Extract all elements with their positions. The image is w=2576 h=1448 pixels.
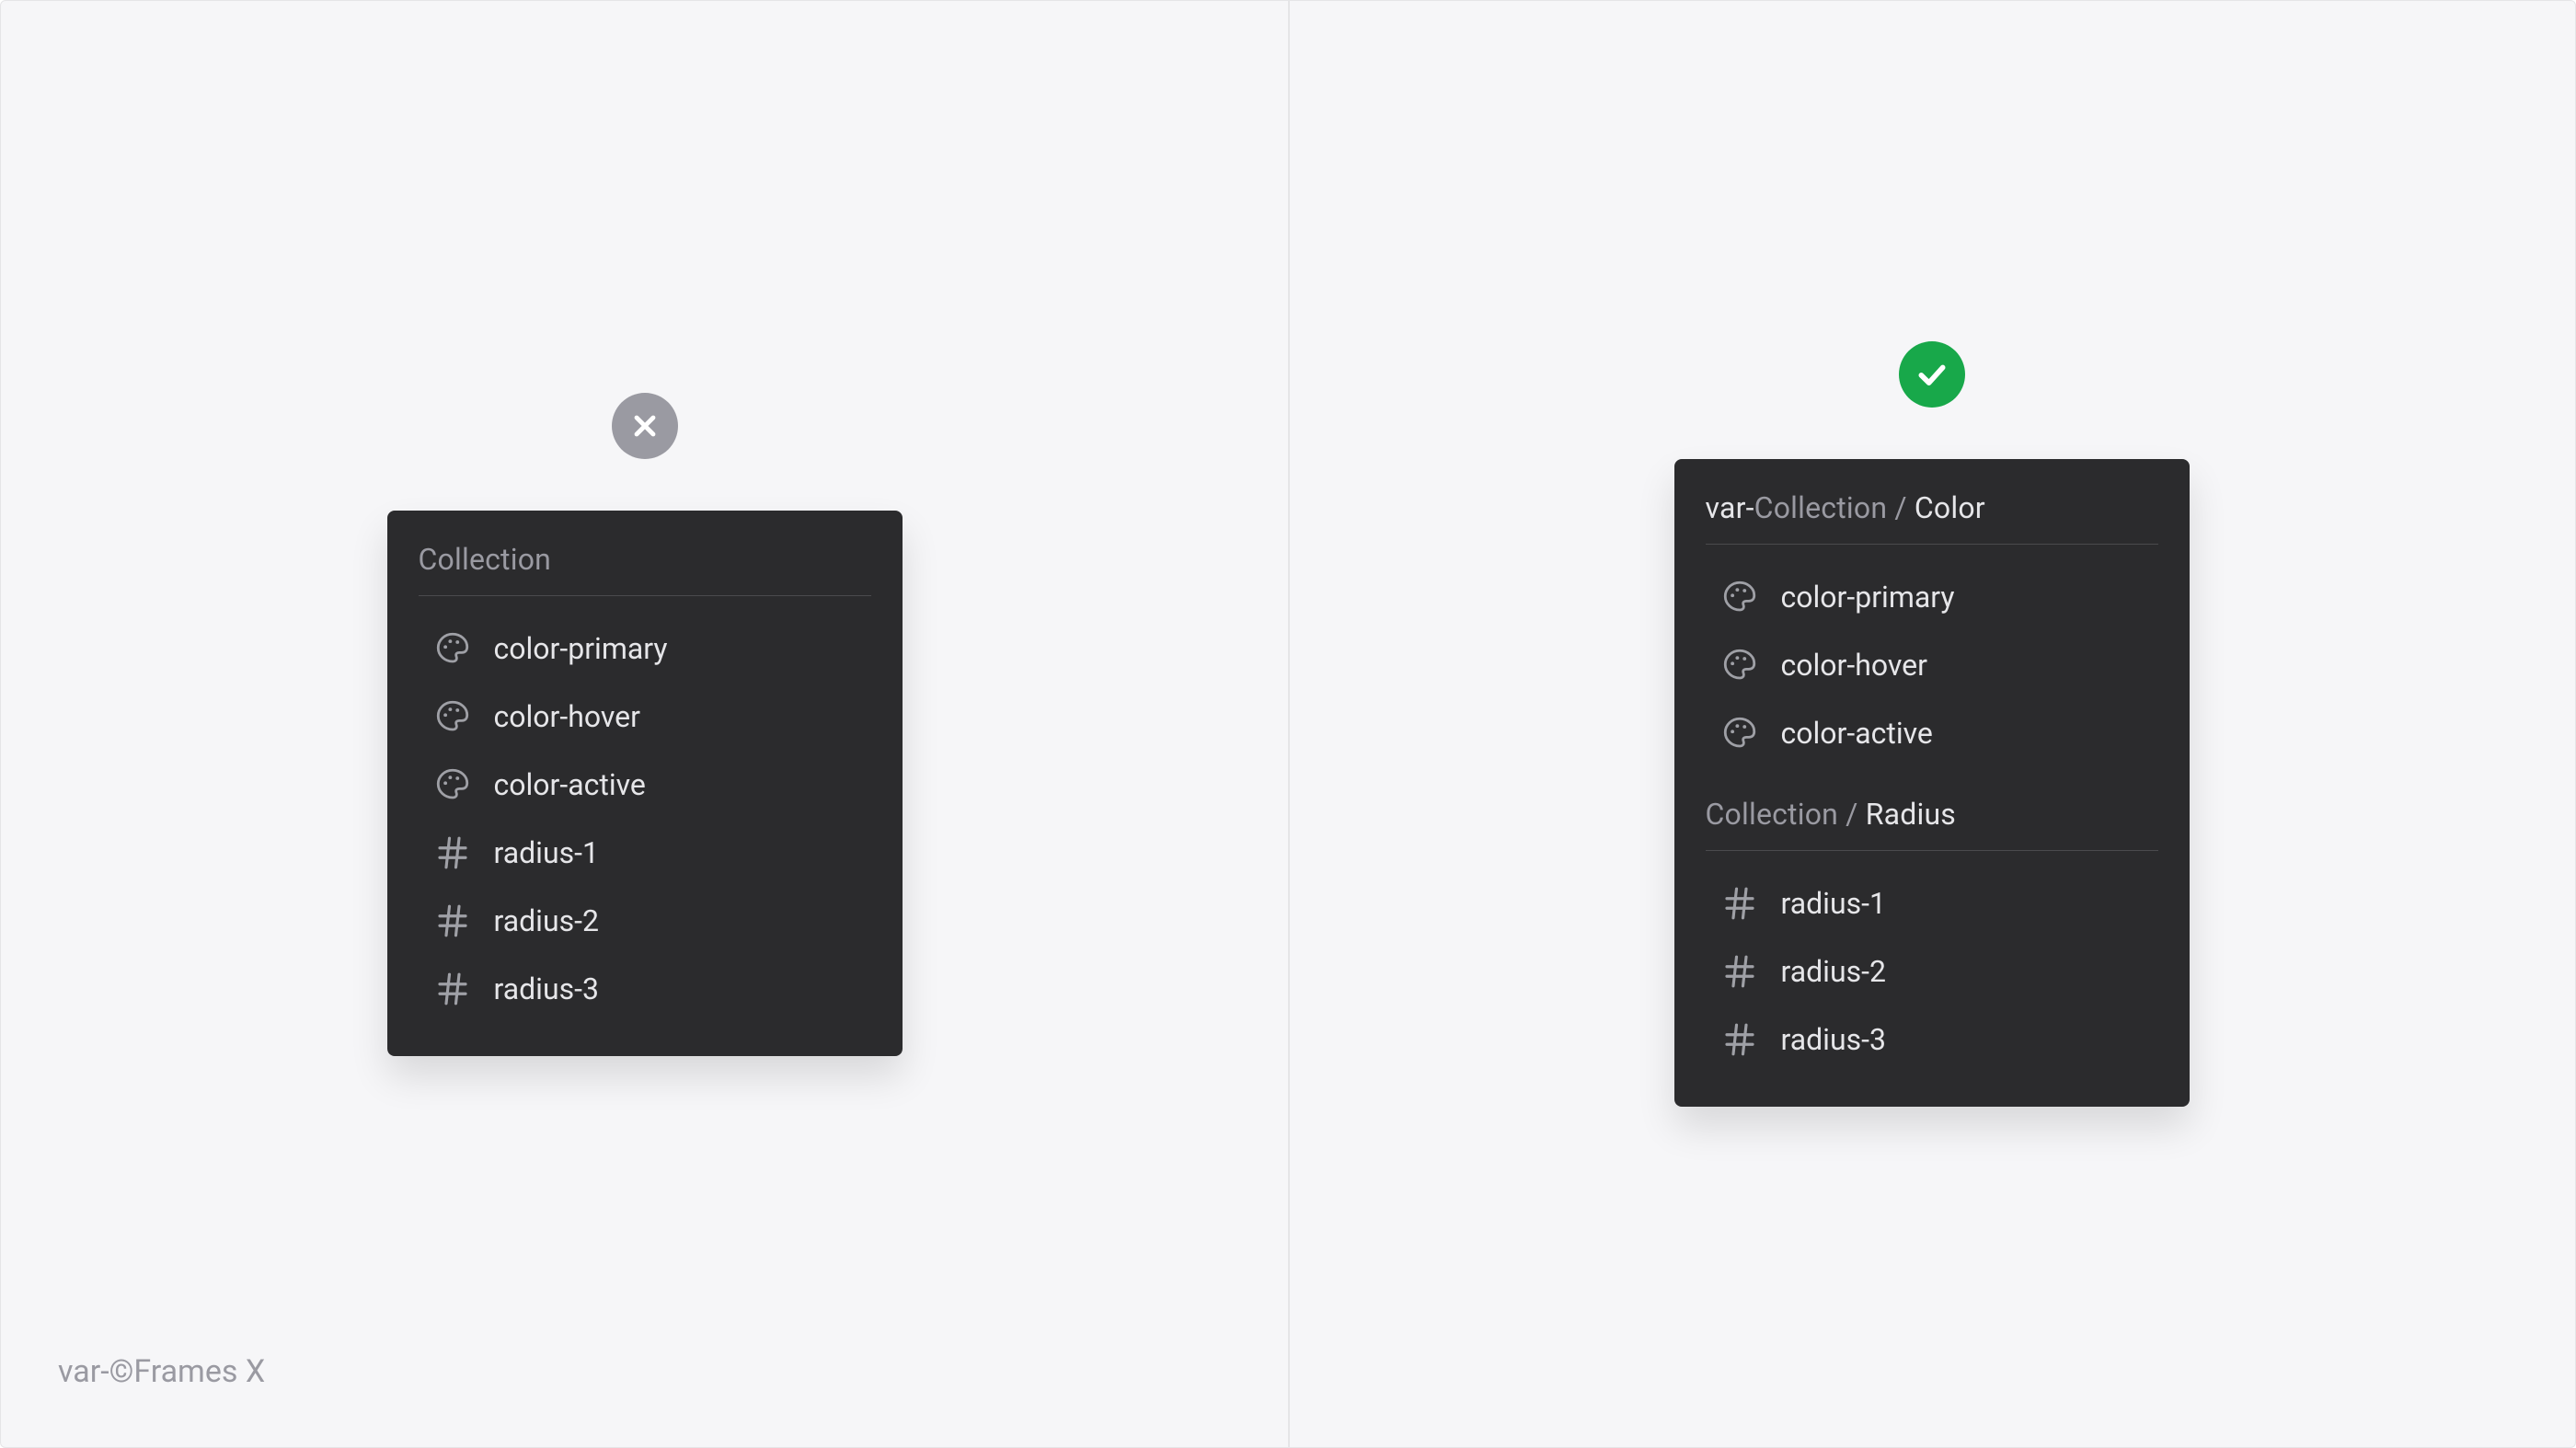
hash-icon <box>433 902 472 940</box>
list-item[interactable]: radius-1 <box>1706 873 2158 934</box>
hash-icon <box>433 970 472 1008</box>
palette-icon <box>433 697 472 736</box>
divider-line <box>1706 544 2158 545</box>
item-label: radius-1 <box>494 835 599 870</box>
item-label: color-hover <box>1781 648 1927 683</box>
list-item[interactable]: color-primary <box>1706 567 2158 627</box>
item-label: color-primary <box>1781 580 1955 615</box>
title-prefix: var- <box>1706 490 1754 525</box>
title-accent: Color <box>1915 490 1985 525</box>
right-panel: var-Collection / Color color-primary <box>1674 459 2190 1107</box>
list-item[interactable]: color-hover <box>419 686 871 747</box>
list-item[interactable]: color-active <box>419 754 871 815</box>
palette-icon <box>1720 714 1759 753</box>
title-accent: Radius <box>1866 797 1956 832</box>
divider-line <box>1706 850 2158 851</box>
item-label: radius-2 <box>494 903 599 938</box>
correct-badge <box>1899 341 1965 408</box>
comparison-container: Collection color-primary <box>0 0 2576 1448</box>
title-muted: Collection / <box>1754 490 1915 525</box>
list-item[interactable]: radius-1 <box>419 822 871 883</box>
check-icon <box>1914 356 1950 393</box>
item-label: radius-2 <box>1781 954 1886 989</box>
close-icon <box>628 409 661 442</box>
hash-icon <box>433 833 472 872</box>
palette-icon <box>433 765 472 804</box>
wrong-example-pane: Collection color-primary <box>1 1 1288 1447</box>
item-label: color-hover <box>494 699 640 734</box>
palette-icon <box>1720 578 1759 616</box>
correct-example-pane: var-Collection / Color color-primary <box>1288 1 2575 1447</box>
item-label: radius-1 <box>1781 886 1886 921</box>
list-item[interactable]: radius-2 <box>419 891 871 951</box>
footer-credit: var-©Frames X <box>58 1353 265 1390</box>
item-label: color-primary <box>494 631 668 666</box>
list-item[interactable]: color-active <box>1706 703 2158 764</box>
item-label: radius-3 <box>494 971 599 1006</box>
item-label: color-active <box>1781 716 1933 751</box>
wrong-badge <box>612 393 678 459</box>
item-label: color-active <box>494 767 646 802</box>
left-panel: Collection color-primary <box>387 511 903 1056</box>
panel-section-title: var-Collection / Color <box>1706 490 2158 525</box>
hash-icon <box>1720 1020 1759 1059</box>
item-label: radius-3 <box>1781 1022 1886 1057</box>
hash-icon <box>1720 884 1759 923</box>
hash-icon <box>1720 952 1759 991</box>
list-item[interactable]: radius-3 <box>419 959 871 1019</box>
divider-line <box>419 595 871 596</box>
list-item[interactable]: radius-3 <box>1706 1009 2158 1070</box>
list-item[interactable]: radius-2 <box>1706 941 2158 1002</box>
list-item[interactable]: color-primary <box>419 618 871 679</box>
list-item[interactable]: color-hover <box>1706 635 2158 695</box>
panel-title: Collection <box>419 542 871 577</box>
title-muted: Collection / <box>1706 797 1866 832</box>
palette-icon <box>1720 646 1759 684</box>
panel-section-title: Collection / Radius <box>1706 797 2158 832</box>
palette-icon <box>433 629 472 668</box>
